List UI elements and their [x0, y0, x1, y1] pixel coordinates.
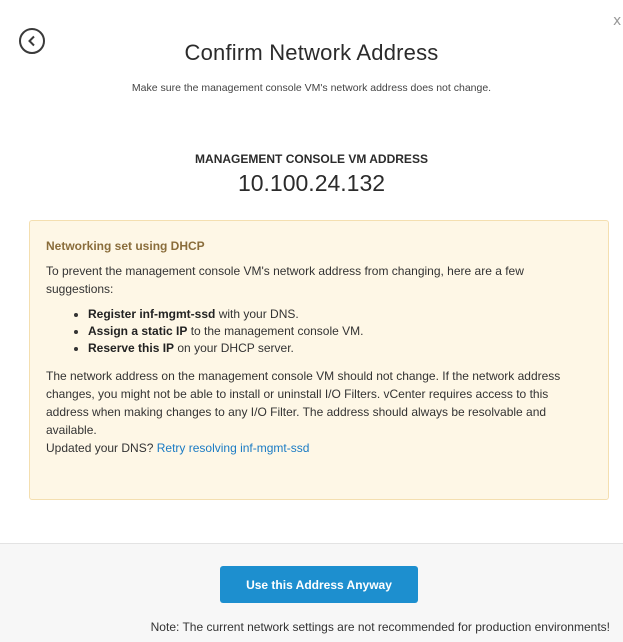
- dialog-subtitle: Make sure the management console VM's ne…: [131, 82, 492, 94]
- suggestion-text: with your DNS.: [215, 307, 299, 321]
- address-label: MANAGEMENT CONSOLE VM ADDRESS: [195, 152, 428, 166]
- suggestion-item: Assign a static IP to the management con…: [88, 323, 592, 340]
- suggestion-text: on your DHCP server.: [174, 341, 294, 355]
- suggestion-bold: Register inf-mgmt-ssd: [88, 307, 216, 321]
- dns-prompt: Updated your DNS?: [46, 441, 154, 455]
- close-icon[interactable]: x: [613, 14, 623, 28]
- suggestion-list: Register inf-mgmt-ssd with your DNS. Ass…: [46, 306, 592, 357]
- dhcp-warning-panel: Networking set using DHCP To prevent the…: [29, 220, 609, 500]
- confirm-network-address-dialog: x Confirm Network Address Make sure the …: [0, 0, 623, 642]
- dialog-title: Confirm Network Address: [184, 40, 439, 65]
- suggestion-bold: Reserve this IP: [88, 341, 175, 355]
- warning-intro: To prevent the management console VM's n…: [46, 264, 524, 296]
- suggestion-text: to the management console VM.: [187, 324, 364, 338]
- footer-note: Note: The current network settings are n…: [150, 620, 610, 634]
- warning-body-text: The network address on the management co…: [46, 369, 561, 437]
- dialog-footer: Use this Address Anyway Note: The curren…: [0, 543, 623, 642]
- address-value: 10.100.24.132: [237, 170, 386, 196]
- suggestion-item: Reserve this IP on your DHCP server.: [88, 340, 592, 357]
- warning-title: Networking set using DHCP: [46, 239, 205, 253]
- suggestion-bold: Assign a static IP: [88, 324, 188, 338]
- use-address-anyway-button[interactable]: Use this Address Anyway: [220, 566, 418, 603]
- suggestion-item: Register inf-mgmt-ssd with your DNS.: [88, 306, 592, 323]
- warning-body: The network address on the management co…: [46, 367, 592, 457]
- retry-resolving-link[interactable]: Retry resolving inf-mgmt-ssd: [157, 441, 310, 455]
